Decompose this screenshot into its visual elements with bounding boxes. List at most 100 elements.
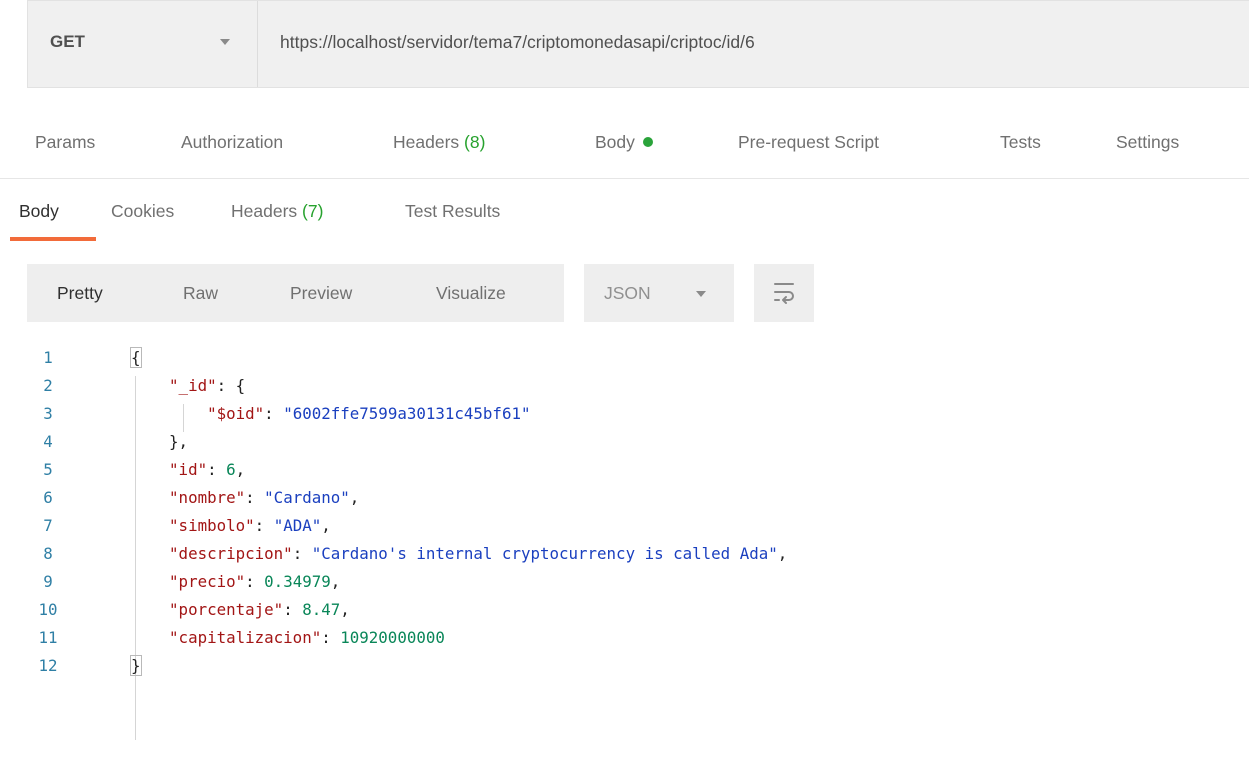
method-label: GET	[50, 32, 85, 51]
json-key: "precio"	[169, 572, 246, 591]
tab-params[interactable]: Params	[35, 132, 95, 153]
response-tab-headers-label: Headers	[231, 201, 298, 221]
code-line: 9 "precio": 0.34979,	[0, 568, 1249, 596]
response-tab-cookies[interactable]: Cookies	[111, 201, 174, 222]
code-text: "_id": {	[131, 372, 245, 400]
json-token: ,	[349, 488, 360, 507]
code-text: {	[130, 344, 142, 372]
code-text: "porcentaje": 8.47,	[131, 596, 350, 624]
response-tab-headers[interactable]: Headers (7)	[231, 201, 323, 222]
code-text: "precio": 0.34979,	[131, 568, 340, 596]
chevron-down-icon	[696, 291, 706, 297]
tab-pre-request-script[interactable]: Pre-request Script	[738, 132, 879, 153]
line-number: 7	[43, 516, 53, 535]
code-line: 1{	[0, 344, 1249, 372]
response-body-viewer[interactable]: 1{2 "_id": {3 "$oid": "6002ffe7599a30131…	[0, 344, 1249, 772]
tab-headers[interactable]: Headers (8)	[393, 132, 485, 153]
chevron-down-icon	[220, 39, 230, 45]
raw-button[interactable]: Raw	[183, 283, 218, 304]
json-string: "6002ffe7599a30131c45bf61"	[283, 404, 531, 423]
tab-authorization[interactable]: Authorization	[181, 132, 283, 153]
code-text: "id": 6,	[131, 456, 245, 484]
code-text: }	[130, 652, 142, 680]
code-line: 10 "porcentaje": 8.47,	[0, 596, 1249, 624]
json-token: :	[264, 404, 284, 423]
tab-headers-label: Headers	[393, 132, 460, 152]
json-token: :	[245, 572, 265, 591]
tab-body-label: Body	[595, 132, 635, 152]
line-number: 5	[43, 460, 53, 479]
line-number: 9	[43, 572, 53, 591]
json-token: }	[130, 655, 142, 676]
code-line: 6 "nombre": "Cardano",	[0, 484, 1249, 512]
code-line: 11 "capitalizacion": 10920000000	[0, 624, 1249, 652]
line-number: 2	[43, 376, 53, 395]
json-token: ,	[321, 516, 331, 535]
response-tab-body[interactable]: Body	[19, 201, 59, 222]
json-number: 0.34979	[264, 572, 331, 591]
tab-tests[interactable]: Tests	[1000, 132, 1041, 153]
json-token: },	[169, 432, 189, 451]
code-line: 8 "descripcion": "Cardano's internal cry…	[0, 540, 1249, 568]
json-token: : {	[216, 376, 246, 395]
code-line: 12}	[0, 652, 1249, 680]
pretty-button[interactable]: Pretty	[57, 283, 103, 304]
format-select[interactable]: JSON	[584, 264, 734, 322]
headers-count: (8)	[464, 132, 486, 152]
body-indicator-icon	[642, 137, 653, 147]
json-key: "_id"	[169, 376, 217, 395]
json-token: :	[321, 628, 341, 647]
code-text: "capitalizacion": 10920000000	[131, 624, 445, 652]
format-label: JSON	[604, 283, 651, 303]
json-key: "$oid"	[207, 404, 265, 423]
json-number: 6	[226, 460, 236, 479]
code-text: },	[131, 428, 188, 456]
wrap-lines-icon	[774, 283, 794, 304]
json-string: "Cardano's internal cryptocurrency is ca…	[311, 544, 778, 563]
json-key: "descripcion"	[169, 544, 293, 563]
json-token: ,	[340, 600, 350, 619]
json-string: "ADA"	[273, 516, 322, 535]
json-key: "porcentaje"	[169, 600, 284, 619]
tab-settings[interactable]: Settings	[1116, 132, 1179, 153]
code-text: "$oid": "6002ffe7599a30131c45bf61"	[131, 400, 530, 428]
json-token: :	[254, 516, 274, 535]
line-number: 11	[38, 628, 58, 647]
json-token: :	[283, 600, 303, 619]
code-line: 7 "simbolo": "ADA",	[0, 512, 1249, 540]
code-line: 4 },	[0, 428, 1249, 456]
url-input[interactable]: https://localhost/servidor/tema7/criptom…	[280, 32, 755, 53]
line-number: 10	[38, 600, 58, 619]
method-select[interactable]: GET	[28, 1, 258, 87]
response-tab-test-results[interactable]: Test Results	[405, 201, 500, 222]
json-number: 10920000000	[340, 628, 445, 647]
tab-body[interactable]: Body	[595, 132, 653, 153]
json-token: :	[245, 488, 265, 507]
code-text: "descripcion": "Cardano's internal crypt…	[131, 540, 787, 568]
json-key: "simbolo"	[169, 516, 255, 535]
line-number: 12	[38, 656, 58, 675]
line-number: 3	[43, 404, 53, 423]
request-tabs: Params Authorization Headers (8) Body Pr…	[0, 118, 1249, 179]
json-token: {	[130, 347, 142, 368]
line-number: 8	[43, 544, 53, 563]
json-number: 8.47	[302, 600, 341, 619]
line-number: 6	[43, 488, 53, 507]
visualize-button[interactable]: Visualize	[436, 283, 506, 304]
json-string: "Cardano"	[264, 488, 350, 507]
code-text: "nombre": "Cardano",	[131, 484, 359, 512]
preview-button[interactable]: Preview	[290, 283, 352, 304]
code-line: 5 "id": 6,	[0, 456, 1249, 484]
wrap-lines-button[interactable]	[754, 264, 814, 322]
view-mode-group: Pretty Raw Preview Visualize	[27, 264, 564, 322]
active-tab-underline	[10, 237, 96, 241]
json-key: "id"	[169, 460, 208, 479]
